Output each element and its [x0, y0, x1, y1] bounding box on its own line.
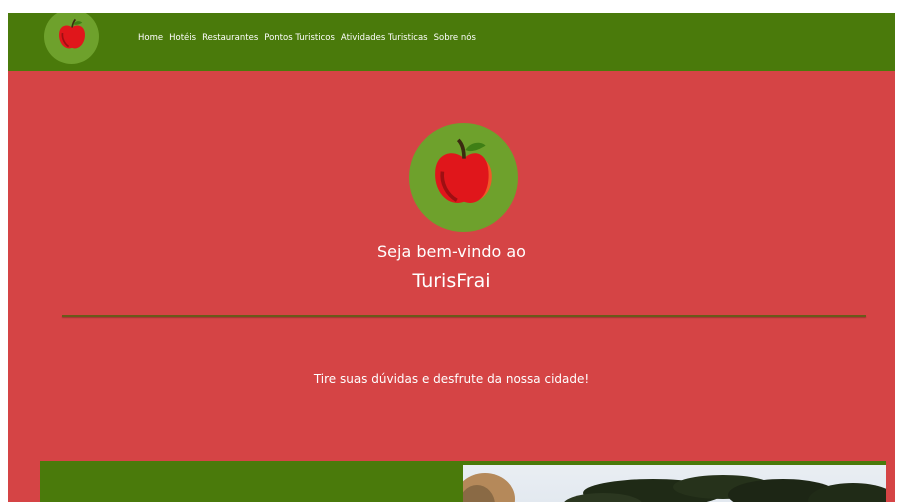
navbar: Home Hotéis Restaurantes Pontos Turistic… [8, 13, 895, 71]
nav-link-pontos-turisticos[interactable]: Pontos Turisticos [264, 33, 335, 43]
city-photo [463, 465, 886, 502]
nav-links: Home Hotéis Restaurantes Pontos Turistic… [138, 30, 476, 46]
nav-logo[interactable] [44, 13, 99, 64]
apple-icon [435, 138, 492, 203]
tagline: Tire suas dúvidas e desfrute da nossa ci… [313, 372, 590, 386]
nav-link-hoteis[interactable]: Hotéis [169, 33, 196, 43]
nav-link-home[interactable]: Home [138, 33, 163, 43]
welcome-text: Seja bem-vindo ao [377, 242, 526, 261]
nav-link-atividades-turisticas[interactable]: Atividades Turisticas [341, 33, 428, 43]
page: Home Hotéis Restaurantes Pontos Turistic… [8, 13, 895, 502]
content-card [40, 461, 886, 502]
trees-image [463, 473, 886, 502]
brand-title: TurisFrai [412, 270, 491, 292]
divider [62, 315, 866, 317]
nav-link-restaurantes[interactable]: Restaurantes [202, 33, 258, 43]
apple-icon [59, 18, 85, 49]
hero-logo [409, 123, 518, 232]
nav-link-sobre-nos[interactable]: Sobre nós [434, 33, 476, 43]
